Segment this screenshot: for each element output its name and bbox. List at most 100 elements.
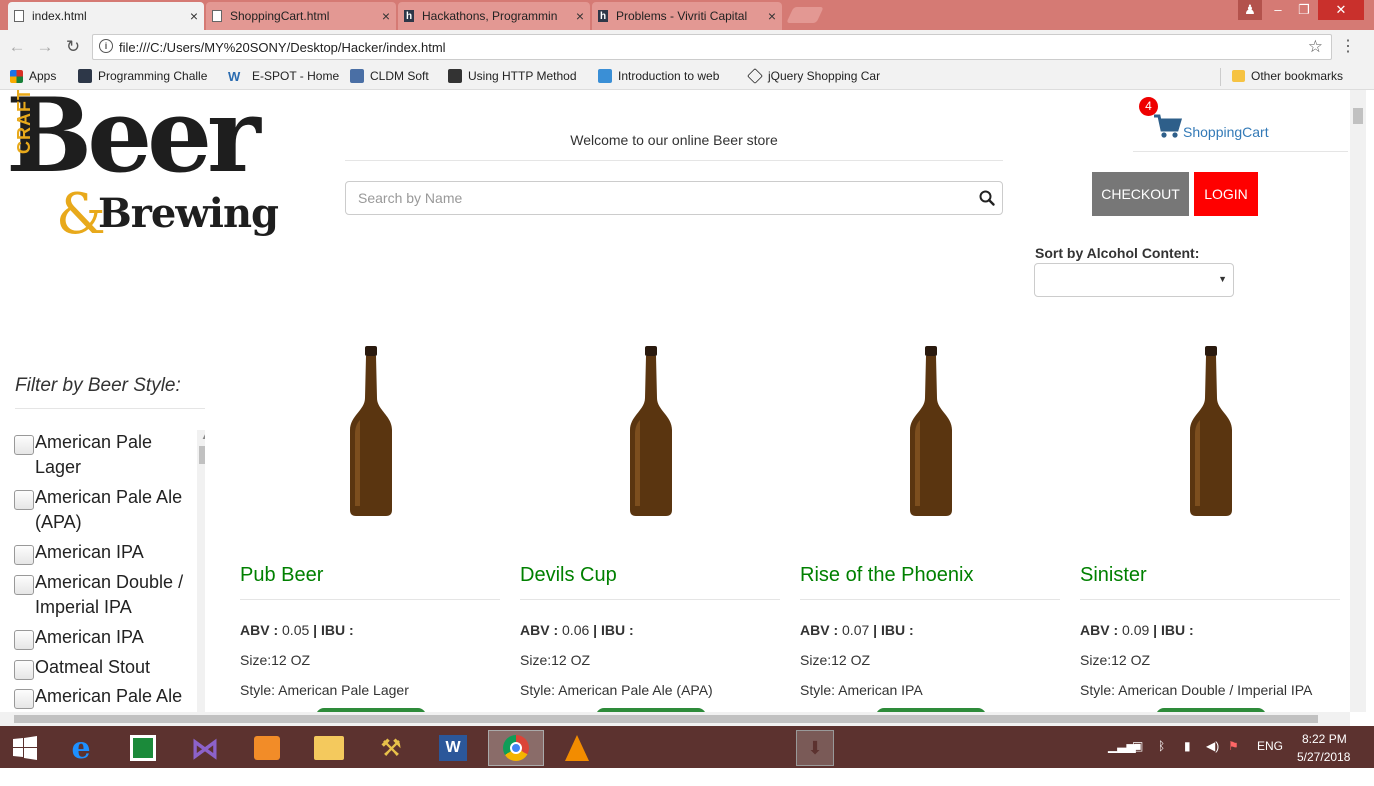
codepen-icon — [747, 68, 763, 84]
filter-item[interactable]: Oatmeal Stout — [14, 655, 189, 680]
filter-label: American IPA — [35, 542, 144, 562]
shopping-cart-link[interactable]: 4 ShoppingCart — [1133, 94, 1348, 152]
new-tab-button[interactable] — [786, 7, 824, 23]
product-name[interactable]: Sinister — [1080, 564, 1147, 587]
checkbox[interactable] — [14, 435, 34, 455]
tools-icon[interactable]: ⚒ — [368, 730, 414, 766]
bird-icon — [598, 69, 612, 83]
scroll-up-icon[interactable]: ▲ — [201, 432, 205, 441]
close-icon[interactable]: × — [576, 8, 584, 24]
product-name[interactable]: Rise of the Phoenix — [800, 564, 973, 587]
checkbox[interactable] — [14, 660, 34, 680]
bookmark-http-method[interactable]: Using HTTP Method — [448, 69, 577, 83]
filter-item[interactable]: American Pale Ale (APA) — [14, 485, 189, 535]
vlc-icon[interactable] — [554, 730, 600, 766]
page-horizontal-scrollbar[interactable] — [0, 712, 1350, 726]
search-icon[interactable] — [978, 189, 996, 207]
network-icon[interactable]: ▣ — [1132, 739, 1143, 753]
ie-icon[interactable]: e — [58, 730, 104, 766]
dropdown-arrow-icon: ▼ — [1218, 274, 1227, 284]
scrollbar-thumb[interactable] — [1353, 108, 1363, 124]
brand-logo[interactable]: Beer CRAFT & Brewing — [4, 90, 310, 247]
bookmark-programming[interactable]: Programming Challe — [78, 69, 207, 83]
visual-studio-icon[interactable]: ⋈ — [182, 730, 228, 766]
back-button[interactable]: ← — [6, 36, 28, 58]
product-name[interactable]: Pub Beer — [240, 564, 323, 587]
sort-select[interactable]: ▼ — [1034, 263, 1234, 297]
bookmark-apps[interactable]: Apps — [10, 69, 56, 83]
address-bar[interactable]: i file:///C:/Users/MY%20SONY/Desktop/Hac… — [92, 34, 1332, 60]
tab-index[interactable]: index.html × — [8, 2, 204, 30]
tab-shopping-cart[interactable]: ShoppingCart.html × — [206, 2, 396, 30]
scrollbar-thumb[interactable] — [199, 446, 205, 464]
filter-item[interactable]: American IPA — [14, 540, 189, 565]
start-icon[interactable] — [2, 730, 48, 766]
maximize-button[interactable]: ❐ — [1292, 0, 1316, 20]
product-abv: ABV : 0.09 | IBU : — [1080, 622, 1194, 638]
reload-button[interactable]: ↻ — [62, 36, 84, 58]
close-icon[interactable]: × — [382, 8, 390, 24]
beer-bottle-image — [630, 346, 672, 516]
filter-item[interactable]: American Double / Imperial IPA — [14, 570, 189, 620]
bluetooth-icon[interactable]: ᛒ — [1158, 739, 1165, 753]
product-abv: ABV : 0.05 | IBU : — [240, 622, 354, 638]
tab-problems[interactable]: h Problems - Vivriti Capital × — [592, 2, 782, 30]
filter-scrollbar[interactable]: ▲ — [197, 430, 205, 712]
checkout-button[interactable]: CHECKOUT — [1092, 172, 1189, 216]
filter-label: Oatmeal Stout — [35, 657, 151, 677]
clock-date[interactable]: 5/27/2018 — [1297, 750, 1350, 764]
bookmark-other[interactable]: Other bookmarks — [1232, 69, 1343, 83]
filter-item[interactable]: American Pale Lager — [14, 430, 189, 480]
minimize-button[interactable]: – — [1266, 0, 1290, 20]
beer-bottle-image — [350, 346, 392, 516]
download-icon[interactable]: ⬇ — [796, 730, 834, 766]
store-icon[interactable] — [120, 730, 166, 766]
checkbox[interactable] — [14, 490, 34, 510]
close-icon[interactable]: × — [768, 8, 776, 24]
flag-icon[interactable]: ⚑ — [1228, 739, 1239, 753]
doc-icon — [448, 69, 462, 83]
bookmark-cldm[interactable]: CLDM Soft — [350, 69, 429, 83]
checkbox[interactable] — [14, 630, 34, 650]
filter-item[interactable]: American Pale Ale — [14, 684, 189, 709]
tab-title: Hackathons, Programmin — [422, 9, 558, 23]
search-input[interactable] — [345, 181, 1003, 215]
window-close-button[interactable]: ✕ — [1318, 0, 1364, 20]
login-button[interactable]: LOGIN — [1194, 172, 1258, 216]
language-indicator[interactable]: ENG — [1257, 739, 1283, 753]
info-icon[interactable]: i — [99, 39, 113, 53]
checkbox[interactable] — [14, 689, 34, 709]
file-explorer-icon[interactable] — [306, 730, 352, 766]
checkbox[interactable] — [14, 575, 34, 595]
product-abv: ABV : 0.07 | IBU : — [800, 622, 914, 638]
forward-button[interactable]: → — [34, 36, 56, 58]
bookmark-label: Programming Challe — [98, 69, 208, 83]
product-name[interactable]: Devils Cup — [520, 564, 617, 587]
star-icon[interactable]: ☆ — [1308, 37, 1323, 57]
media-player-icon[interactable] — [244, 730, 290, 766]
bookmark-jquery-cart[interactable]: jQuery Shopping Car — [747, 68, 881, 84]
folder-icon — [1232, 70, 1245, 82]
bookmark-intro-web[interactable]: Introduction to web — [598, 69, 719, 83]
tab-hackathons[interactable]: h Hackathons, Programmin × — [398, 2, 590, 30]
page-vertical-scrollbar[interactable] — [1350, 90, 1366, 712]
filter-label: American Pale Ale (APA) — [35, 487, 183, 532]
battery-icon[interactable]: ▮ — [1184, 739, 1191, 753]
volume-icon[interactable]: ◀) — [1206, 739, 1219, 753]
checkbox[interactable] — [14, 545, 34, 565]
word-icon[interactable]: W — [430, 730, 476, 766]
clock-time[interactable]: 8:22 PM — [1302, 732, 1347, 746]
welcome-text: Welcome to our online Beer store — [570, 132, 778, 148]
bookmark-label: jQuery Shopping Car — [768, 69, 881, 83]
bookmark-espot[interactable]: W E-SPOT - Home — [228, 69, 339, 84]
scrollbar-thumb[interactable] — [14, 715, 1318, 723]
product-style: Style: American Pale Lager — [240, 682, 409, 698]
tab-title: Problems - Vivriti Capital — [616, 9, 748, 23]
filter-item[interactable]: American IPA — [14, 625, 189, 650]
product-size: Size:12 OZ — [240, 652, 311, 668]
apps-grid-icon — [10, 69, 23, 83]
menu-icon[interactable]: ⋮ — [1340, 36, 1356, 56]
chrome-icon[interactable] — [488, 730, 544, 766]
user-icon[interactable]: ♟ — [1238, 0, 1262, 20]
close-icon[interactable]: × — [190, 8, 198, 24]
